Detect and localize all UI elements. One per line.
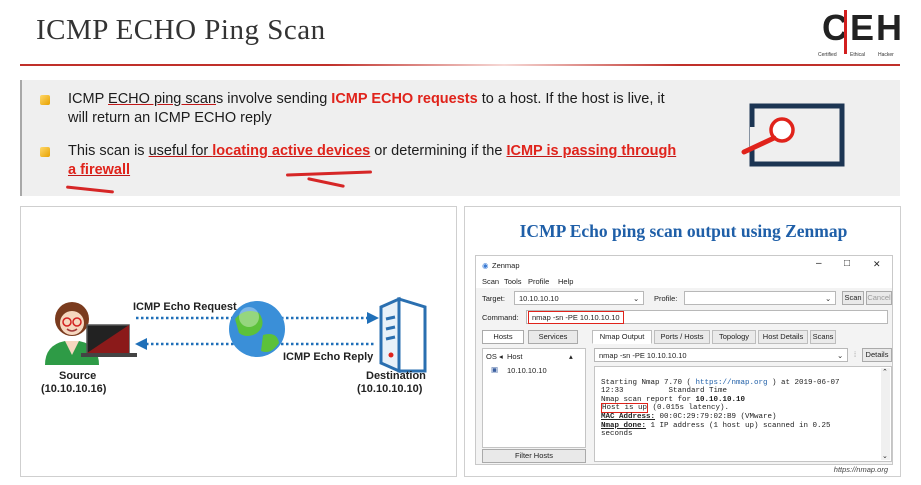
output-select[interactable]: nmap -sn -PE 10.10.10.10 ⌄ [594,348,848,362]
filter-hosts-button[interactable]: Filter Hosts [482,449,586,463]
command-label: Command: [482,313,519,322]
cancel-button[interactable]: Cancel [866,291,892,305]
header-divider [20,64,900,66]
tab-topology[interactable]: Topology [712,330,756,344]
tab-host-details[interactable]: Host Details [758,330,808,344]
zenmap-heading: ICMP Echo ping scan output using Zenmap [519,221,848,241]
chevron-up-icon[interactable]: ⌃ [882,368,888,376]
echo-request-label: ICMP Echo Request [133,301,237,313]
tab-nmap-output[interactable]: Nmap Output [592,330,652,344]
os-icon: ▣ [491,365,499,374]
menu-help[interactable]: Help [558,277,573,286]
command-input[interactable]: nmap -sn -PE 10.10.10.10 [526,310,888,324]
target-label: Target: [482,294,505,303]
eye-icon: ◉ [482,261,489,270]
details-button[interactable]: Details [862,348,892,362]
ceh-logo: C E H Certified Ethical Hacker [818,7,902,59]
bullet-item: ICMP ECHO ping scans involve sending ICM… [40,90,720,128]
chevron-down-icon: ⌄ [825,294,832,303]
globe-icon [229,301,285,357]
bullet-icon [40,95,50,105]
hosts-tab[interactable]: Hosts [482,330,524,344]
minimize-button[interactable]: – [816,258,822,269]
source-footnote: https://nmap.org [833,465,888,474]
laptop-icon [81,324,137,357]
os-column-header: OS [486,352,497,361]
chevron-down-icon: ⌄ [837,351,844,360]
nmap-output-area[interactable]: Starting Nmap 7.70 ( https://nmap.org ) … [594,366,892,462]
tab-scans[interactable]: Scans [810,330,836,344]
maximize-button[interactable]: □ [844,258,850,269]
separator-icon: ⁞ [854,350,857,359]
scan-button[interactable]: Scan [842,291,864,305]
hosts-list: OS ◂ Host ▴ ▣ 10.10.10.10 [482,348,586,448]
annotation-stroke [65,185,115,194]
zenmap-panel: ICMP Echo ping scan output using Zenmap … [464,206,901,477]
target-input[interactable]: 10.10.10.10 ⌄ [514,291,644,305]
host-column-header: Host [507,352,523,361]
bullet-item: This scan is useful for locating active … [40,142,720,180]
source-ip: (10.10.10.16) [41,383,107,395]
caret-up-icon: ▴ [569,352,573,361]
destination-label: Destination [366,370,426,382]
bullet-icon [40,147,50,157]
server-icon [379,296,427,374]
chevron-down-icon: ⌄ [633,294,640,303]
profile-select[interactable]: ⌄ [684,291,836,305]
search-icon [741,103,845,167]
sort-icon: ◂ [499,352,503,361]
host-up-highlight: Host is up [601,403,649,414]
output-scrollbar[interactable]: ⌃ ⌄ [881,368,890,460]
chevron-down-icon[interactable]: ⌄ [882,452,888,460]
host-row[interactable]: 10.10.10.10 [507,366,547,375]
profile-label: Profile: [654,294,678,303]
menu-scan[interactable]: Scan [482,277,499,286]
window-title: Zenmap [492,261,520,270]
zenmap-window: ◉ Zenmap – □ ✕ Scan Tools Profile Help T… [475,255,893,465]
echo-reply-label: ICMP Echo Reply [283,351,374,363]
page-title: ICMP ECHO Ping Scan [36,14,326,46]
services-tab[interactable]: Services [528,330,578,344]
close-button[interactable]: ✕ [873,259,881,270]
window-titlebar: ◉ Zenmap – □ ✕ [476,256,892,274]
menu-tools[interactable]: Tools [504,277,522,286]
menu-profile[interactable]: Profile [528,277,549,286]
destination-ip: (10.10.10.10) [357,383,423,395]
tab-ports-hosts[interactable]: Ports / Hosts [654,330,710,344]
network-diagram [45,296,427,374]
menu-bar: Scan Tools Profile Help [476,274,892,288]
network-diagram-panel: ICMP Echo Request ICMP Echo Reply Source… [20,206,457,477]
source-label: Source [59,370,97,382]
